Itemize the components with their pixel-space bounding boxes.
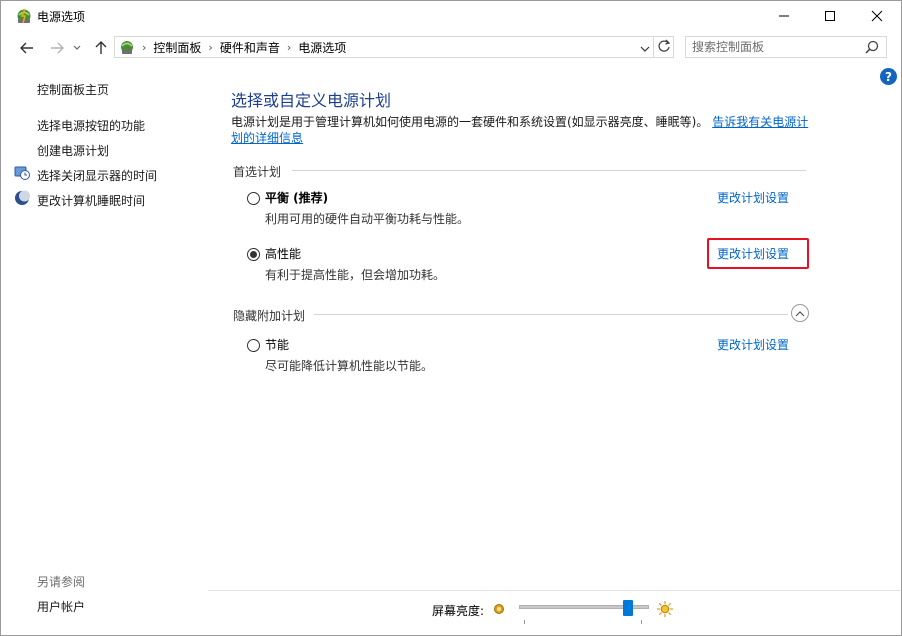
brightness-high-icon (656, 600, 674, 621)
plan-high-performance-name[interactable]: 高性能 (265, 245, 301, 262)
see-also-heading: 另请参阅 (37, 575, 86, 589)
plan-high-performance-change-settings-link[interactable]: 更改计划设置 (717, 245, 789, 262)
hidden-plans-heading: 隐藏附加计划 (233, 309, 306, 323)
breadcrumb-separator: › (208, 40, 213, 54)
back-arrow-icon (20, 42, 33, 54)
search-box[interactable] (685, 36, 887, 58)
plan-balanced-description: 利用可用的硬件自动平衡功耗与性能。 (265, 212, 470, 226)
learn-more-link-continued[interactable]: 划的详细信息 (231, 131, 303, 145)
power-options-icon (15, 7, 33, 28)
close-button[interactable] (854, 1, 900, 31)
back-button[interactable] (16, 38, 38, 58)
sidebar-link-power-buttons[interactable]: 选择电源按钮的功能 (37, 117, 145, 134)
chevron-down-icon (73, 45, 81, 50)
section-divider (292, 170, 806, 171)
forward-arrow-icon (51, 42, 64, 54)
slider-tick (641, 620, 642, 624)
sidebar-link-control-panel-home[interactable]: 控制面板主页 (37, 81, 109, 98)
refresh-button[interactable] (657, 39, 671, 56)
description-text: 电源计划是用于管理计算机如何使用电源的一套硬件和系统设置(如显示器亮度、睡眠等)… (231, 115, 709, 129)
page-title: 选择或自定义电源计划 (231, 91, 392, 110)
footer-divider (208, 590, 900, 591)
breadcrumb-control-panel[interactable]: 控制面板 (153, 39, 201, 56)
search-icon[interactable] (865, 40, 879, 57)
see-also-user-accounts-link[interactable]: 用户帐户 (37, 598, 85, 615)
slider-tick (524, 620, 525, 624)
plan-balanced-radio[interactable] (247, 192, 260, 205)
control-panel-icon (119, 39, 135, 55)
sleep-moon-icon (14, 190, 30, 209)
breadcrumb-power-options[interactable]: 电源选项 (298, 39, 346, 56)
plan-power-saver-change-settings-link[interactable]: 更改计划设置 (717, 336, 789, 353)
learn-more-link[interactable]: 告诉我有关电源计 (712, 115, 808, 129)
search-input[interactable] (692, 39, 862, 55)
plan-power-saver-description: 尽可能降低计算机性能以节能。 (265, 359, 434, 373)
plan-power-saver-name[interactable]: 节能 (265, 336, 289, 353)
up-arrow-icon (95, 41, 107, 54)
address-bar[interactable]: › 控制面板 › 硬件和声音 › 电源选项 (114, 36, 674, 58)
forward-button[interactable] (46, 38, 68, 58)
brightness-slider-thumb[interactable] (623, 600, 633, 616)
brightness-slider[interactable] (519, 600, 649, 616)
plan-balanced-change-settings-link[interactable]: 更改计划设置 (717, 189, 789, 206)
page-description: 电源计划是用于管理计算机如何使用电源的一套硬件和系统设置(如显示器亮度、睡眠等)… (231, 114, 811, 146)
sidebar-link-create-plan[interactable]: 创建电源计划 (37, 142, 109, 159)
up-button[interactable] (90, 38, 112, 58)
preferred-plans-heading: 首选计划 (233, 165, 282, 179)
help-icon[interactable]: ? (880, 68, 897, 85)
recent-locations-button[interactable] (70, 38, 84, 58)
refresh-icon (658, 39, 671, 52)
plan-power-saver-radio[interactable] (247, 339, 260, 352)
plan-balanced-name[interactable]: 平衡 (推荐) (265, 189, 328, 206)
plan-high-performance-description: 有利于提高性能，但会增加功耗。 (265, 268, 446, 282)
window-title: 电源选项 (37, 10, 86, 24)
maximize-button[interactable] (807, 1, 853, 31)
sidebar-link-sleep-time[interactable]: 更改计算机睡眠时间 (37, 192, 145, 209)
minimize-button[interactable] (761, 1, 807, 31)
breadcrumb-separator: › (142, 40, 147, 54)
display-clock-icon (14, 165, 30, 184)
brightness-label: 屏幕亮度: (432, 604, 485, 618)
address-dropdown-button[interactable] (640, 42, 650, 56)
brightness-low-icon (493, 603, 505, 618)
plan-high-performance-radio[interactable] (247, 248, 260, 261)
title-bar[interactable]: 电源选项 (1, 1, 901, 31)
chevron-up-icon (795, 310, 805, 316)
breadcrumb-separator: › (286, 40, 292, 54)
window-frame (0, 0, 902, 636)
breadcrumb-hardware-sound[interactable]: 硬件和声音 (220, 39, 280, 56)
sidebar-link-display-off[interactable]: 选择关闭显示器的时间 (37, 167, 157, 184)
chevron-down-icon (640, 46, 650, 52)
divider (653, 36, 654, 58)
section-divider (314, 314, 788, 315)
collapse-hidden-plans-button[interactable] (791, 304, 809, 322)
